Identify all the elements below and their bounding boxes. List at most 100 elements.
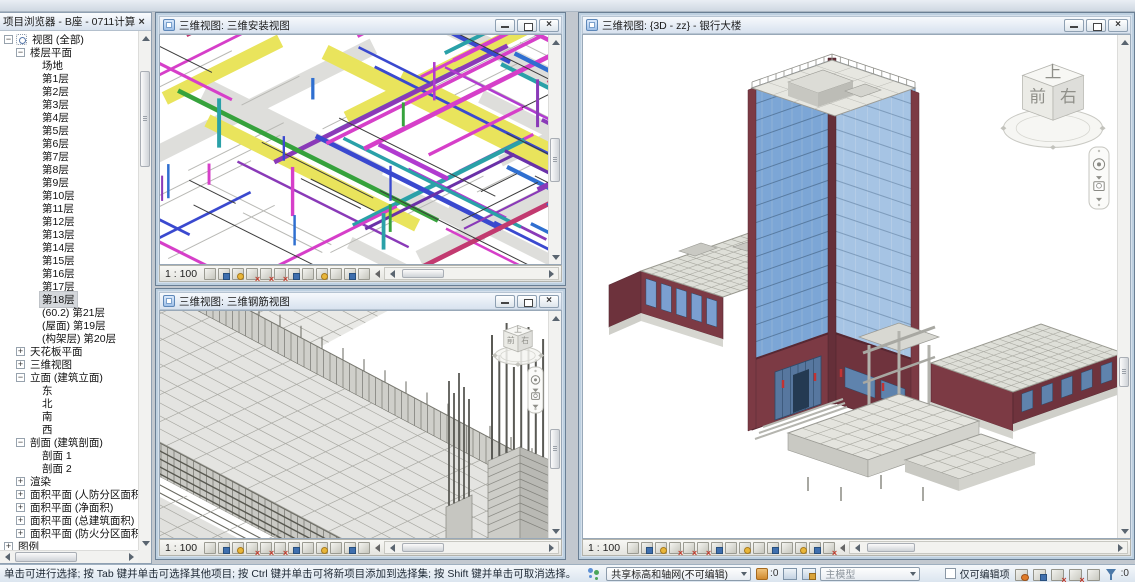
design-options-dropdown[interactable]: 主模型	[820, 567, 919, 581]
collapse-icon[interactable]	[371, 541, 380, 554]
editable-only-checkbox[interactable]	[945, 568, 956, 579]
scroll-left-icon[interactable]	[385, 541, 398, 554]
save-orientation-icon[interactable]	[287, 541, 300, 554]
tree-item[interactable]: 剖面 2	[0, 462, 138, 475]
scroll-down-icon[interactable]	[549, 251, 562, 264]
rebar-window-titlebar[interactable]: 三维视图: 三维钢筋视图	[159, 292, 562, 310]
minimize-icon[interactable]	[495, 19, 515, 32]
scroll-right-icon[interactable]	[1114, 541, 1127, 554]
tree-item[interactable]: 南	[0, 410, 138, 423]
press-drag-icon[interactable]	[1086, 567, 1101, 581]
expand-icon[interactable]: +	[16, 347, 25, 356]
selection-box-icon[interactable]	[822, 541, 835, 554]
scroll-left-icon[interactable]	[385, 267, 398, 280]
scrollbar-thumb[interactable]	[550, 429, 560, 469]
visual-style-icon[interactable]	[640, 541, 653, 554]
worksets-status-icon[interactable]	[1014, 567, 1029, 581]
highlight-displacement-icon[interactable]	[357, 541, 370, 554]
show-crop-region-icon[interactable]	[696, 541, 709, 554]
scrollbar-thumb[interactable]	[15, 552, 77, 562]
expand-icon[interactable]: +	[4, 542, 13, 550]
scroll-right-icon[interactable]	[125, 551, 138, 564]
sun-path-icon[interactable]	[231, 541, 244, 554]
restore-icon[interactable]	[1086, 19, 1106, 32]
scroll-up-icon[interactable]	[139, 31, 151, 44]
mep-window-titlebar[interactable]: 三维视图: 三维安装视图	[159, 16, 562, 34]
collapse-icon[interactable]: −	[16, 438, 25, 447]
expand-icon[interactable]: +	[16, 490, 25, 499]
worksharing-display-icon[interactable]	[766, 541, 779, 554]
worksharing-display-icon[interactable]	[343, 541, 356, 554]
close-icon[interactable]	[135, 15, 148, 28]
mep-horizontal-scrollbar[interactable]	[384, 267, 559, 280]
unlocked-3d-view-icon[interactable]	[752, 541, 765, 554]
mep-3d-canvas[interactable]	[160, 35, 548, 264]
rebar-vertical-scrollbar[interactable]	[548, 311, 561, 538]
minimize-icon[interactable]	[495, 295, 515, 308]
reveal-hidden-elements-icon[interactable]	[738, 541, 751, 554]
visual-style-icon[interactable]	[217, 541, 230, 554]
unlocked-3d-view-icon[interactable]	[329, 267, 342, 280]
scroll-right-icon[interactable]	[545, 541, 558, 554]
view-scale[interactable]: 1 : 100	[585, 542, 625, 554]
rebar-3d-canvas[interactable]: 上前右	[160, 311, 548, 538]
show-rendering-dialog-icon[interactable]	[794, 541, 807, 554]
building-vertical-scrollbar[interactable]	[1117, 35, 1130, 538]
project-browser-titlebar[interactable]: 项目浏览器 - B座 - 0711计算	[0, 13, 151, 31]
scroll-down-icon[interactable]	[1118, 525, 1131, 538]
expand-icon[interactable]: +	[16, 529, 25, 538]
show-crop-region-icon[interactable]	[273, 541, 286, 554]
reveal-hidden-elements-icon[interactable]	[315, 541, 328, 554]
shadows-icon[interactable]	[668, 541, 681, 554]
close-icon[interactable]	[1108, 19, 1128, 32]
building-horizontal-scrollbar[interactable]	[849, 541, 1128, 554]
save-orientation-icon[interactable]	[287, 267, 300, 280]
close-icon[interactable]	[539, 19, 559, 32]
unlocked-3d-view-icon[interactable]	[329, 541, 342, 554]
collapse-icon[interactable]	[371, 267, 380, 280]
tree-item[interactable]: 北	[0, 397, 138, 410]
design-options-status-icon[interactable]	[1032, 567, 1047, 581]
scroll-up-icon[interactable]	[549, 35, 562, 48]
tree-item[interactable]: +图例	[0, 540, 138, 550]
scrollbar-thumb[interactable]	[140, 71, 150, 167]
tree-item[interactable]: 东	[0, 384, 138, 397]
close-icon[interactable]	[539, 295, 559, 308]
scroll-down-icon[interactable]	[139, 537, 151, 550]
expand-icon[interactable]: +	[16, 360, 25, 369]
scrollbar-thumb[interactable]	[867, 543, 915, 552]
detail-level-icon[interactable]	[203, 267, 216, 280]
analysis-display-icon[interactable]	[808, 541, 821, 554]
tree-item[interactable]: −楼层平面	[0, 46, 138, 59]
expand-icon[interactable]: +	[16, 516, 25, 525]
highlight-displacement-icon[interactable]	[357, 267, 370, 280]
detail-level-icon[interactable]	[626, 541, 639, 554]
crop-view-icon[interactable]	[682, 541, 695, 554]
expand-icon[interactable]: +	[16, 503, 25, 512]
scroll-up-icon[interactable]	[1118, 35, 1131, 48]
editing-requests-icon[interactable]	[755, 567, 768, 580]
crop-view-icon[interactable]	[259, 267, 272, 280]
detail-level-icon[interactable]	[203, 541, 216, 554]
collapse-icon[interactable]: −	[16, 373, 25, 382]
temporary-hide-isolate-icon[interactable]	[301, 541, 314, 554]
view-scale[interactable]: 1 : 100	[162, 542, 202, 554]
sun-path-icon[interactable]	[231, 267, 244, 280]
collapse-icon[interactable]: −	[4, 35, 13, 44]
save-orientation-icon[interactable]	[710, 541, 723, 554]
scrollbar-thumb[interactable]	[402, 269, 444, 278]
editing-requests-dialog-icon[interactable]	[801, 567, 816, 580]
project-browser-horizontal-scrollbar[interactable]	[0, 550, 138, 563]
view-scale[interactable]: 1 : 100	[162, 268, 202, 280]
temporary-hide-isolate-icon[interactable]	[724, 541, 737, 554]
scroll-left-icon[interactable]	[0, 551, 13, 564]
shadows-icon[interactable]	[245, 541, 258, 554]
highlight-displacement-icon[interactable]	[780, 541, 793, 554]
scrollbar-thumb[interactable]	[402, 543, 444, 552]
tree-item[interactable]: −立面 (建筑立面)	[0, 371, 138, 384]
building-3d-canvas[interactable]: 上前右	[583, 35, 1117, 538]
restore-icon[interactable]	[517, 19, 537, 32]
scroll-right-icon[interactable]	[545, 267, 558, 280]
visual-style-icon[interactable]	[217, 267, 230, 280]
minimize-icon[interactable]	[1064, 19, 1084, 32]
